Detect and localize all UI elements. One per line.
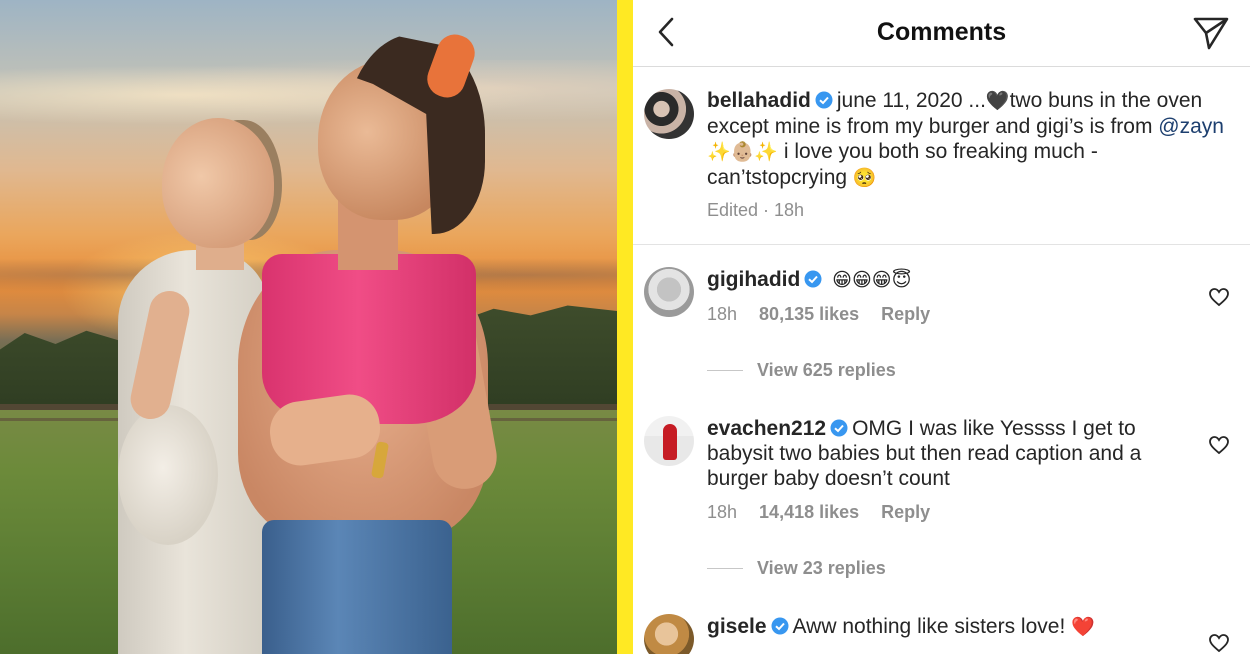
yellow-divider xyxy=(617,0,633,654)
view-replies-button[interactable]: View 23 replies xyxy=(707,558,886,579)
pleading-face-emoji: 🥺 xyxy=(852,167,877,189)
caption-date: june 11, 2020 ... xyxy=(836,89,986,112)
page-title: Comments xyxy=(876,18,1007,46)
comment-likes[interactable]: 80,135 likes xyxy=(759,304,859,325)
view-replies-button[interactable]: View 625 replies xyxy=(707,360,896,381)
comment-evachen212: evachen212 OMG I was like Yessss I get to… xyxy=(707,416,1187,491)
post-caption: bellahadid june 11, 2020 ...🖤two buns in … xyxy=(707,88,1237,191)
view-replies-label: View 23 replies xyxy=(757,558,886,578)
pregnant-belly xyxy=(118,405,218,545)
person-left-face xyxy=(162,118,274,248)
comment-body: Aww nothing like sisters love! xyxy=(792,615,1072,638)
post-meta: Edited · 18h xyxy=(707,200,805,220)
comments-panel: Comments bellahadid june 11, 2020 ...🖤two… xyxy=(633,0,1250,654)
replies-dash xyxy=(707,568,743,569)
comment-meta-row: 18h 14,418 likes Reply xyxy=(707,502,930,523)
view-replies-label: View 625 replies xyxy=(757,360,896,380)
comment-emoji-text: 😁😁😁😇 xyxy=(832,269,912,291)
comment-gisele: gisele Aww nothing like sisters love! ❤️ xyxy=(707,614,1187,640)
comment-meta-row: 18h 80,135 likes Reply xyxy=(707,304,930,325)
comment-username[interactable]: gisele xyxy=(707,615,767,638)
avatar-bellahadid[interactable] xyxy=(644,89,694,139)
verified-badge-icon xyxy=(771,617,789,635)
verified-badge-icon xyxy=(830,419,848,437)
like-heart-icon[interactable] xyxy=(1207,433,1231,457)
verified-badge-icon xyxy=(815,91,833,109)
avatar-gigihadid[interactable] xyxy=(644,267,694,317)
comment-username[interactable]: gigihadid xyxy=(707,268,800,291)
replies-dash xyxy=(707,370,743,371)
sparkles-baby-emoji: ✨👶🏼✨ xyxy=(707,141,778,163)
like-heart-icon[interactable] xyxy=(1207,631,1231,654)
comment-username[interactable]: evachen212 xyxy=(707,417,826,440)
reply-button[interactable]: Reply xyxy=(881,502,930,523)
avatar-gisele[interactable] xyxy=(644,614,694,654)
caption-username[interactable]: bellahadid xyxy=(707,89,811,112)
mention-link[interactable]: @zayn xyxy=(1158,115,1224,138)
comment-time: 18h xyxy=(707,304,738,324)
denim-shorts xyxy=(262,520,452,654)
caption-divider xyxy=(633,244,1250,245)
comments-header: Comments xyxy=(633,0,1250,67)
reply-button[interactable]: Reply xyxy=(881,304,930,325)
like-heart-icon[interactable] xyxy=(1207,285,1231,309)
post-photo xyxy=(0,0,617,654)
red-heart-emoji: ❤️ xyxy=(1071,616,1095,638)
share-button[interactable] xyxy=(1191,14,1231,52)
comment-time: 18h xyxy=(707,502,738,522)
verified-badge-icon xyxy=(804,270,822,288)
comment-gigihadid: gigihadid 😁😁😁😇 xyxy=(707,267,1187,293)
black-heart-emoji: 🖤 xyxy=(985,90,1010,112)
pink-top xyxy=(262,254,476,424)
sky-clouds xyxy=(0,60,617,130)
comment-likes[interactable]: 14,418 likes xyxy=(759,502,859,523)
avatar-evachen212[interactable] xyxy=(644,416,694,466)
paper-plane-icon xyxy=(1193,17,1229,50)
